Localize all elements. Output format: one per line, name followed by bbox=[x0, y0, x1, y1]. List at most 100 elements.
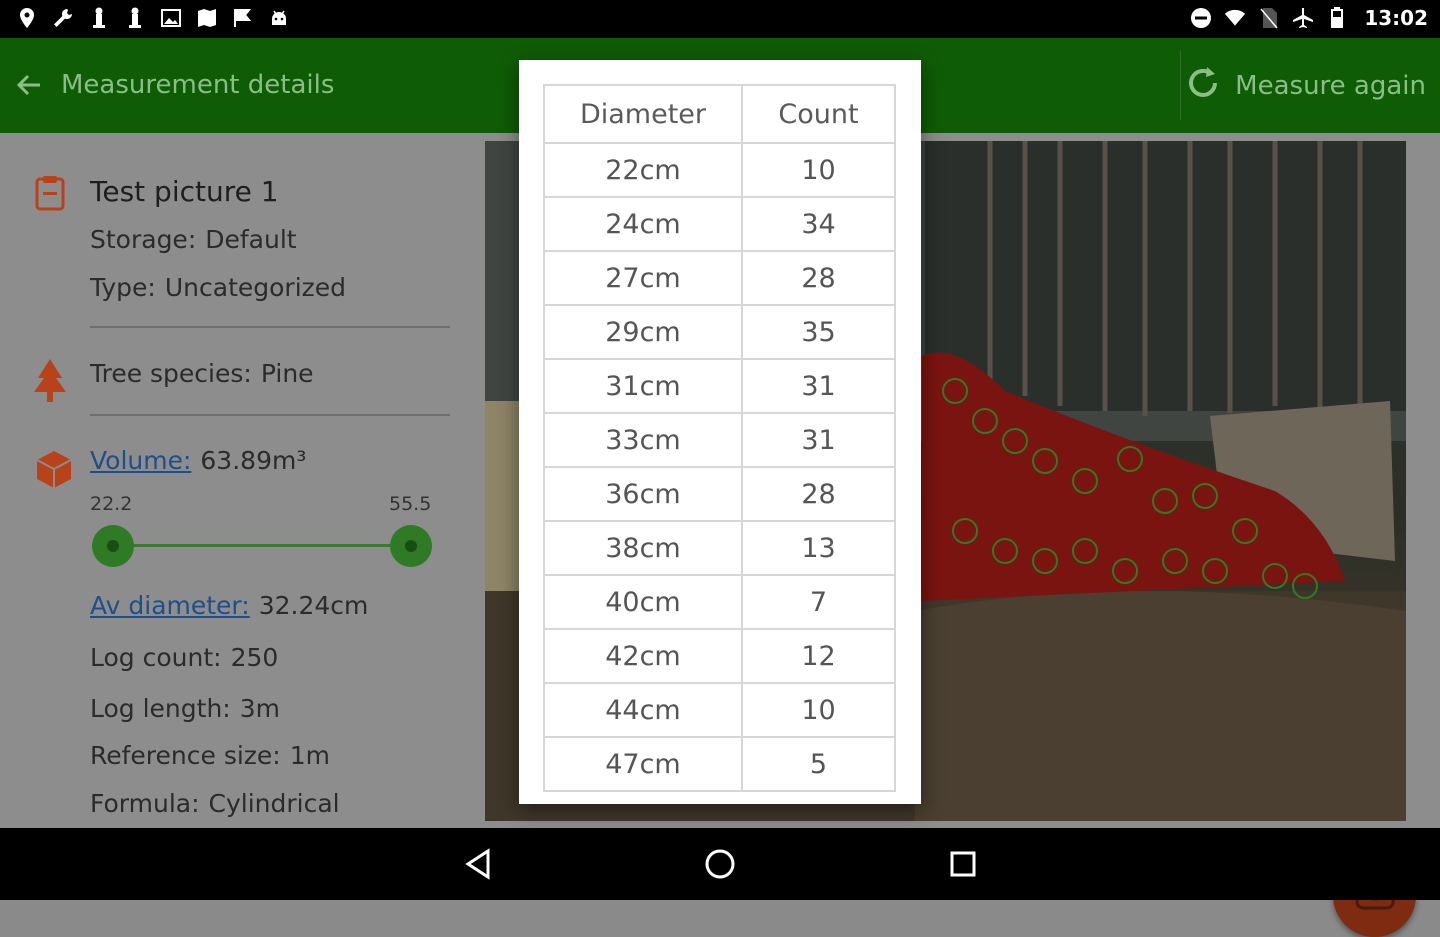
chess-piece-icon bbox=[124, 6, 146, 30]
diameter-cell: 40cm bbox=[543, 574, 743, 630]
count-cell: 10 bbox=[741, 682, 896, 738]
table-header-row: Diameter Count bbox=[543, 84, 896, 144]
log-length-row: Log length: 3m bbox=[90, 694, 280, 723]
notification-icons bbox=[16, 6, 290, 30]
type-value: Uncategorized bbox=[164, 273, 347, 302]
formula-label: Formula: bbox=[90, 789, 200, 818]
species-label: Tree species: bbox=[90, 359, 252, 388]
tree-icon bbox=[32, 358, 68, 410]
count-cell: 34 bbox=[741, 196, 896, 252]
volume-value: 63.89m³ bbox=[200, 446, 307, 475]
table-row: 40cm 7 bbox=[543, 574, 896, 630]
formula-row: Formula: Cylindrical bbox=[90, 789, 340, 818]
do-not-disturb-icon bbox=[1190, 6, 1212, 30]
chess-piece-icon bbox=[88, 6, 110, 30]
species-value: Pine bbox=[260, 359, 314, 388]
count-cell: 28 bbox=[741, 250, 896, 306]
formula-value: Cylindrical bbox=[208, 789, 340, 818]
status-bar: 13:02 bbox=[0, 0, 1440, 38]
table-row: 42cm 12 bbox=[543, 628, 896, 684]
volume-row: Volume: 63.89m³ bbox=[90, 446, 306, 475]
table-row: 44cm 10 bbox=[543, 682, 896, 738]
table-row: 27cm 28 bbox=[543, 250, 896, 306]
nav-home-icon[interactable] bbox=[702, 846, 738, 882]
table-row: 31cm 31 bbox=[543, 358, 896, 414]
diameter-range-slider[interactable] bbox=[113, 544, 411, 547]
range-max-handle[interactable] bbox=[390, 525, 432, 567]
divider bbox=[90, 326, 450, 328]
diameter-count-table: Diameter Count 22cm 10 24cm 34 27cm 28 29cm… bbox=[543, 84, 896, 792]
navigation-bar bbox=[0, 828, 1440, 900]
av-diameter-link[interactable]: Av diameter: bbox=[90, 591, 250, 620]
table-row: 33cm 31 bbox=[543, 412, 896, 468]
count-cell: 10 bbox=[741, 142, 896, 198]
count-cell: 12 bbox=[741, 628, 896, 684]
table-row: 22cm 10 bbox=[543, 142, 896, 198]
reference-label: Reference size: bbox=[90, 741, 281, 770]
action-divider bbox=[1180, 50, 1181, 120]
av-diameter-value: 32.24cm bbox=[258, 591, 369, 620]
diameter-cell: 38cm bbox=[543, 520, 743, 576]
table-row: 47cm 5 bbox=[543, 736, 896, 792]
table-row: 38cm 13 bbox=[543, 520, 896, 576]
diameter-cell: 36cm bbox=[543, 466, 743, 522]
table-row: 36cm 28 bbox=[543, 466, 896, 522]
picture-title: Test picture 1 bbox=[90, 175, 279, 208]
back-arrow-icon[interactable] bbox=[12, 68, 46, 102]
nav-back-icon[interactable] bbox=[460, 846, 496, 882]
log-count-row: Log count: 250 bbox=[90, 643, 278, 672]
count-cell: 31 bbox=[741, 412, 896, 468]
storage-label: Storage: bbox=[90, 225, 197, 254]
volume-link[interactable]: Volume: bbox=[90, 446, 191, 475]
status-clock: 13:02 bbox=[1364, 6, 1428, 30]
nav-recents-icon[interactable] bbox=[945, 846, 981, 882]
storage-value: Default bbox=[205, 225, 297, 254]
log-length-value: 3m bbox=[239, 694, 280, 723]
range-max-label: 55.5 bbox=[389, 493, 432, 515]
battery-icon bbox=[1326, 6, 1348, 30]
location-pin-icon bbox=[16, 6, 38, 30]
count-cell: 31 bbox=[741, 358, 896, 414]
flag-icon bbox=[232, 6, 254, 30]
log-count-value: 250 bbox=[230, 643, 279, 672]
diameter-cell: 44cm bbox=[543, 682, 743, 738]
table-row: 29cm 35 bbox=[543, 304, 896, 360]
reference-value: 1m bbox=[289, 741, 331, 770]
range-min-label: 22.2 bbox=[90, 493, 133, 515]
diameter-distribution-dialog: Diameter Count 22cm 10 24cm 34 27cm 28 29cm… bbox=[519, 60, 921, 804]
diameter-cell: 27cm bbox=[543, 250, 743, 306]
diameter-column-header: Diameter bbox=[543, 84, 743, 144]
measurement-info-panel: Test picture 1 Storage: Default Type: Unca… bbox=[0, 133, 480, 828]
count-column-header: Count bbox=[741, 84, 896, 144]
diameter-cell: 29cm bbox=[543, 304, 743, 360]
measure-again-label: Measure again bbox=[1235, 71, 1426, 101]
diameter-cell: 42cm bbox=[543, 628, 743, 684]
refresh-icon bbox=[1183, 63, 1223, 110]
divider bbox=[90, 414, 450, 416]
count-cell: 35 bbox=[741, 304, 896, 360]
diameter-cell: 24cm bbox=[543, 196, 743, 252]
table-row: 24cm 34 bbox=[543, 196, 896, 252]
count-cell: 28 bbox=[741, 466, 896, 522]
count-cell: 5 bbox=[741, 736, 896, 792]
reference-row: Reference size: 1m bbox=[90, 741, 330, 770]
diameter-cell: 47cm bbox=[543, 736, 743, 792]
diameter-cell: 33cm bbox=[543, 412, 743, 468]
page-title: Measurement details bbox=[61, 70, 335, 100]
range-min-handle[interactable] bbox=[92, 525, 134, 567]
count-cell: 13 bbox=[741, 520, 896, 576]
cube-icon bbox=[34, 449, 74, 493]
wifi-icon bbox=[1224, 6, 1246, 30]
android-icon bbox=[268, 6, 290, 30]
wrench-icon bbox=[52, 6, 74, 30]
species-row: Tree species: Pine bbox=[90, 359, 314, 388]
system-icons: 13:02 bbox=[1190, 6, 1428, 30]
type-row: Type: Uncategorized bbox=[90, 273, 346, 302]
measure-again-button[interactable]: Measure again bbox=[1183, 62, 1426, 110]
document-icon bbox=[34, 175, 66, 215]
type-label: Type: bbox=[90, 273, 156, 302]
diameter-cell: 31cm bbox=[543, 358, 743, 414]
airplane-icon bbox=[1292, 6, 1314, 30]
image-icon bbox=[160, 6, 182, 30]
no-sim-icon bbox=[1258, 6, 1280, 30]
